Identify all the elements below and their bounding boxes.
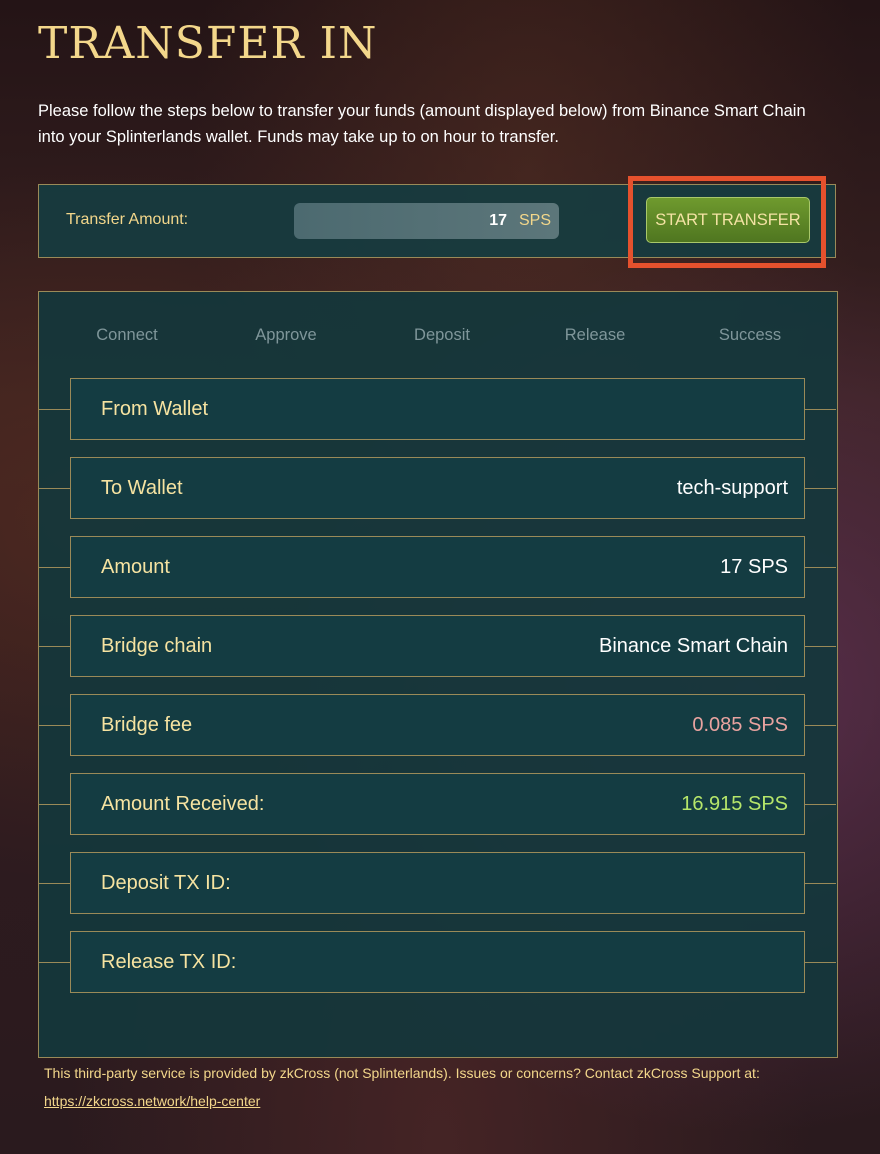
row-connector — [805, 567, 836, 568]
row-connector — [805, 646, 836, 647]
row-connector — [39, 804, 70, 805]
to-wallet-label: To Wallet — [101, 476, 183, 499]
row-connector — [39, 646, 70, 647]
deposit-tx-label: Deposit TX ID: — [101, 871, 231, 894]
step-connect: Connect — [96, 326, 158, 344]
footer-text: This third-party service is provided by … — [44, 1065, 760, 1081]
amount-label: Amount — [101, 555, 170, 578]
step-indicator: Connect Approve Deposit Release Success — [39, 326, 837, 346]
row-connector — [805, 409, 836, 410]
row-connector — [805, 804, 836, 805]
deposit-tx-row: Deposit TX ID: — [70, 852, 805, 914]
step-deposit: Deposit — [414, 326, 470, 344]
bridge-fee-value: 0.085 SPS — [692, 713, 788, 736]
help-center-link[interactable]: https://zkcross.network/help-center — [44, 1093, 260, 1109]
row-connector — [39, 725, 70, 726]
amount-received-row: Amount Received: 16.915 SPS — [70, 773, 805, 835]
row-connector — [805, 883, 836, 884]
bridge-fee-label: Bridge fee — [101, 713, 193, 736]
bridge-fee-row: Bridge fee 0.085 SPS — [70, 694, 805, 756]
page-title: TRANSFER IN — [38, 18, 378, 69]
amount-received-label: Amount Received: — [101, 792, 265, 815]
bridge-chain-row: Bridge chain Binance Smart Chain — [70, 615, 805, 677]
amount-received-value: 16.915 SPS — [681, 792, 788, 815]
row-connector — [805, 725, 836, 726]
to-wallet-value: tech-support — [676, 476, 788, 499]
amount-value: 17 SPS — [720, 555, 788, 578]
to-wallet-row: To Wallet tech-support — [70, 457, 805, 519]
step-success: Success — [718, 326, 782, 344]
transfer-amount-value: 17 — [489, 212, 507, 229]
row-connector — [39, 962, 70, 963]
step-approve: Approve — [255, 326, 317, 344]
step-release: Release — [564, 326, 626, 344]
release-tx-label: Release TX ID: — [101, 950, 237, 973]
footer-notice: This third-party service is provided by … — [44, 1059, 844, 1115]
release-tx-row: Release TX ID: — [70, 931, 805, 993]
row-connector — [39, 409, 70, 410]
amount-row: Amount 17 SPS — [70, 536, 805, 598]
bridge-chain-value: Binance Smart Chain — [599, 634, 788, 657]
from-wallet-label: From Wallet — [101, 397, 209, 420]
transfer-amount-label: Transfer Amount: — [66, 211, 189, 228]
transfer-panel: Connect Approve Deposit Release Success … — [38, 291, 838, 1058]
start-transfer-button[interactable]: START TRANSFER — [646, 197, 810, 243]
row-connector — [39, 567, 70, 568]
bridge-chain-label: Bridge chain — [101, 634, 213, 657]
from-wallet-row: From Wallet — [70, 378, 805, 440]
row-connector — [39, 883, 70, 884]
transfer-amount-field[interactable]: 17 SPS — [294, 203, 559, 239]
row-connector — [39, 488, 70, 489]
row-connector — [805, 488, 836, 489]
transfer-amount-unit: SPS — [518, 212, 551, 229]
row-connector — [805, 962, 836, 963]
intro-text: Please follow the steps below to transfe… — [38, 102, 806, 146]
